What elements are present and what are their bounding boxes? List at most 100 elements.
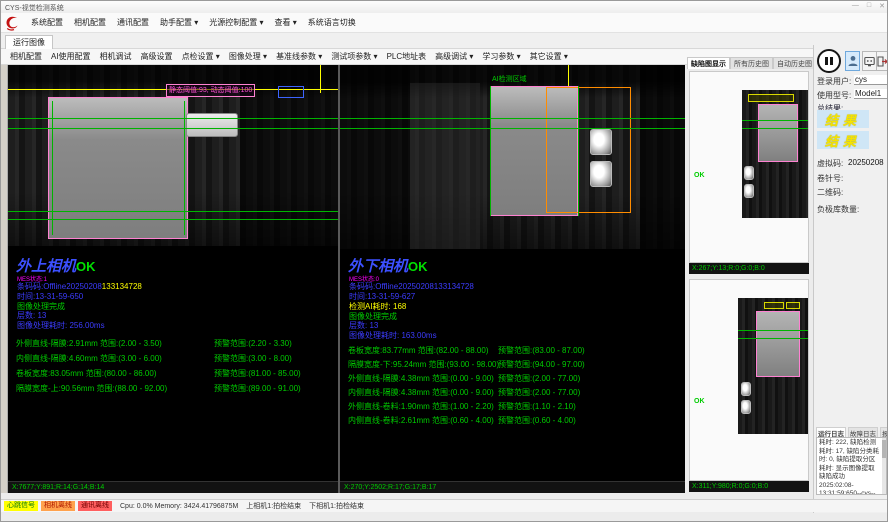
tab-run-image[interactable]: 运行图像 [5,35,53,49]
pixel-coords: X:267;Y:13;R:0;G:0;B:0 [692,265,765,272]
model-value[interactable]: Model1 [854,89,888,99]
tool-other-settings[interactable]: 其它设置 ▾ [530,51,568,62]
measurement-text: 内侧直线-隔膜:4.60mm 范围:(3.00 - 6.00) [16,353,162,364]
tool-ai-usage-config[interactable]: AI使用配置 [51,51,91,62]
login-user-value[interactable]: cys [854,75,888,85]
camera-status-badge: 相机离线 [41,501,75,511]
comm-status-badge: 通讯离线 [78,501,112,511]
login-user-label: 登录用户: [817,76,851,87]
tool-camera-config[interactable]: 相机配置 [10,51,42,62]
green-measure-line [8,118,338,119]
measurement-text: 外侧直线-隔膜:2.91mm 范围:(2.00 - 3.50) [16,338,162,349]
mini-cell-box [756,311,800,377]
yellow-reference-vline [320,65,321,93]
menu-comm-config[interactable]: 通讯配置 [117,17,149,28]
green-measure-vline [578,86,579,216]
tool-advanced-settings[interactable]: 高级设置 [141,51,173,62]
log-scrollbar[interactable] [882,438,886,494]
green-measure-vline [490,86,491,216]
green-measure-line [340,118,685,119]
upper-camera-viewport[interactable]: 静态阈值:93, 动态阈值:100 外上相机OK MES状态:1 条码码:Off… [8,65,338,493]
measurement-text: 卷板宽度:83.77mm 范围:(82.00 - 88.00) [348,345,489,356]
pixel-coords: X:311;Y:980;R:0;G:0;B:0 [692,483,768,490]
warn-range: 预警范围:(3.00 - 8.00) [214,353,292,364]
defect-thumb-panel-1[interactable]: OK [689,71,809,263]
upper-camera-image: 静态阈值:93, 动态阈值:100 [8,65,338,246]
user-icon [848,55,858,67]
green-measure-line [8,128,338,129]
blue-roi-box [278,86,304,98]
measurement-text: 卷板宽度:83.05mm 范围:(80.00 - 86.00) [16,368,157,379]
maximize-icon[interactable]: □ [867,2,871,10]
tab-strip: 运行图像 [1,33,888,49]
process-elapsed: 图像处理耗时: 256.00ms [17,320,105,331]
tab-defect-image[interactable]: 缺陷图显示 [687,57,730,69]
measurement-text: 内侧直线-隔膜:4.38mm 范围:(0.00 - 9.00) [348,387,494,398]
warn-range: 预警范围:(1.10 - 2.10) [498,401,576,412]
ai-detect-roi-box [546,87,631,213]
measurement-text: 外侧直线-卷料:1.90mm 范围:(1.00 - 2.20) [348,401,494,412]
defect-thumb-panel-2[interactable]: OK [689,279,809,481]
virtual-code-value: 20250208 [848,158,884,167]
minimize-icon[interactable]: — [852,2,859,10]
menu-camera-config[interactable]: 相机配置 [74,17,106,28]
warn-range: 预警范围:(94.00 - 97.00) [498,359,585,370]
status-ok: OK [408,259,428,274]
virtual-code-label: 虚拟码: [817,158,843,169]
pixel-coords: X:270;Y:2502;R:17;G:17;B:17 [344,484,436,491]
login-user-button[interactable] [845,51,860,71]
close-icon[interactable]: ✕ [879,2,885,10]
warn-range: 预警范围:(83.00 - 87.00) [498,345,585,356]
mini-cell-box [758,104,798,162]
menu-bar: 系统配置 相机配置 通讯配置 助手配置 ▾ 光源控制配置 ▾ 查看 ▾ 系统语言… [1,13,888,33]
history-image-column: 缺陷图显示 所有历史图 自动历史图 OK X:267;Y:13;R:0;G:0;… [687,57,811,493]
barcode-highlight: 133134728 [102,282,142,291]
model-label: 使用型号: [817,90,851,101]
status-bar: 心跳信号 相机离线 通讯离线 Cpu: 0.0% Memory: 3424.41… [1,499,888,512]
run-log-area[interactable]: 耗时: 222, 缺陷检测耗时: 17, 缺陷分类耗时: 0, 缺陷提取分区耗时… [816,437,887,495]
menu-language-switch[interactable]: 系统语言切换 [308,17,356,28]
tool-spot-check[interactable]: 点检设置 ▾ [182,51,220,62]
ai-region-label: AI检测区域 [492,74,527,84]
tool-image-processing[interactable]: 图像处理 ▾ [229,51,267,62]
menu-view[interactable]: 查看 ▾ [275,17,297,28]
tool-learning-params[interactable]: 学习参数 ▾ [482,51,520,62]
mini-annotation-box [764,302,784,309]
green-measure-vline [184,101,185,235]
pixel-coords: X:7677;Y:891;R:14;G:14;B:14 [12,484,104,491]
lower-camera-viewport[interactable]: AI检测区域 外下相机OK MES状态:0 条码码:Offline2025020… [340,65,685,493]
app-logo-icon [4,15,20,31]
pause-icon [825,57,828,65]
monitor-button[interactable] [862,51,877,71]
menu-light-config[interactable]: 光源控制配置 ▾ [209,17,263,28]
cpu-memory-text: Cpu: 0.0% Memory: 3424.41796875M [120,503,238,510]
menu-assistant-config[interactable]: 助手配置 ▾ [160,17,198,28]
thumb-image-1 [742,90,808,218]
exit-button[interactable] [876,51,888,71]
pause-button[interactable] [817,49,841,73]
lower-camera-status: 下相机1:拍检结束 [309,501,364,511]
tool-baseline-params[interactable]: 基准线参数 ▾ [276,51,322,62]
thumb2-coords-bar: X:311;Y:980;R:0;G:0;B:0 [689,481,809,492]
needle-number-label: 卷针号: [817,173,843,184]
tool-test-params[interactable]: 测试项参数 ▾ [331,51,377,62]
lower-camera-image: AI检测区域 [340,65,685,249]
heartbeat-badge: 心跳信号 [4,501,38,511]
tool-advanced-debug[interactable]: 高级调试 ▾ [435,51,473,62]
tool-plc-address[interactable]: PLC地址表 [387,51,427,62]
pause-icon [830,57,833,65]
warn-range: 预警范围:(81.00 - 85.00) [214,368,301,379]
threshold-label: 静态阈值:93, 动态阈值:100 [166,84,255,97]
menu-system-config[interactable]: 系统配置 [31,17,63,28]
tab-connector [186,113,238,137]
result-badge-upper: 结果 [817,110,869,128]
warn-range: 预警范围:(2.00 - 77.00) [498,387,580,398]
history-tabs: 缺陷图显示 所有历史图 自动历史图 [687,57,811,69]
tab-all-history[interactable]: 所有历史图 [730,57,773,69]
robot-face-icon [864,56,875,67]
title-bar: CYS-视觉检测系统 — □ ✕ [1,1,888,13]
tab-auto-history[interactable]: 自动历史图 [773,57,816,69]
logout-icon [877,56,888,67]
tool-camera-debug[interactable]: 相机调试 [100,51,132,62]
mini-status-ok: OK [694,172,705,179]
